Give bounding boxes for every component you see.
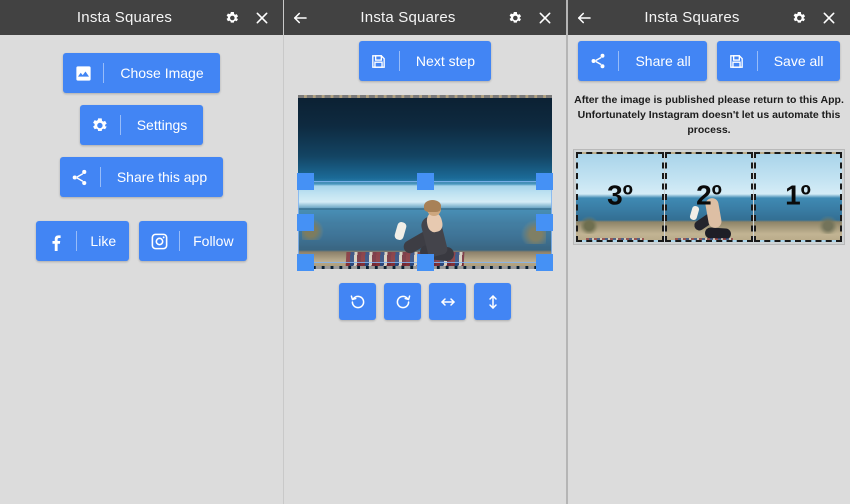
chose-image-label: Chose Image xyxy=(120,65,204,81)
crop-handle-middle-right[interactable] xyxy=(536,214,553,231)
crop-handle-bottom-right[interactable] xyxy=(536,254,553,271)
back-arrow-icon[interactable] xyxy=(568,9,600,27)
app-title-1: Insta Squares xyxy=(76,9,173,26)
split-segment-label: 1º xyxy=(785,178,811,210)
panel-chooser: Insta Squares Chose Image Settings Share… xyxy=(0,0,283,504)
facebook-icon xyxy=(36,221,76,261)
flip-horizontal-icon[interactable] xyxy=(429,283,466,320)
social-row: Like Follow xyxy=(36,209,247,261)
editor-top-actions: Next step xyxy=(284,35,566,81)
share-this-app-label: Share this app xyxy=(116,169,208,185)
close-icon[interactable] xyxy=(247,0,277,35)
facebook-like-button[interactable]: Like xyxy=(36,221,130,261)
save-icon xyxy=(359,41,399,81)
back-arrow-icon[interactable] xyxy=(284,9,316,27)
crop-handle-bottom-left[interactable] xyxy=(297,254,314,271)
chose-image-button[interactable]: Chose Image xyxy=(63,53,220,93)
crop-handle-middle-left[interactable] xyxy=(297,214,314,231)
panel-editor: Insta Squares Next step xyxy=(283,0,566,504)
crop-selection[interactable] xyxy=(297,173,553,271)
segment-bush xyxy=(581,215,599,234)
save-all-label: Save all xyxy=(773,53,824,69)
gear-icon xyxy=(80,105,120,145)
close-icon[interactable] xyxy=(530,0,560,35)
facebook-like-label: Like xyxy=(90,233,117,249)
app-screen: Insta Squares Chose Image Settings Share… xyxy=(0,0,850,504)
next-step-label: Next step xyxy=(415,53,476,69)
segment-mat xyxy=(675,237,733,240)
share-all-label: Share all xyxy=(635,53,691,69)
crop-handle-bottom-center[interactable] xyxy=(417,254,434,271)
result-actions: Share all Save all xyxy=(568,35,850,81)
titlebar-actions-2 xyxy=(500,0,566,35)
gear-icon[interactable] xyxy=(500,0,530,35)
panel-result: Insta Squares Share all Save all After t… xyxy=(566,0,850,504)
image-icon xyxy=(63,53,103,93)
flip-vertical-icon[interactable] xyxy=(474,283,511,320)
split-segment[interactable]: 1º xyxy=(754,151,842,242)
crop-handle-top-right[interactable] xyxy=(536,173,553,190)
segment-bush xyxy=(817,215,837,234)
instagram-follow-label: Follow xyxy=(193,233,234,249)
titlebar-actions-3 xyxy=(784,0,850,35)
titlebar-actions-1 xyxy=(217,0,283,35)
instagram-follow-button[interactable]: Follow xyxy=(139,221,247,261)
next-step-button[interactable]: Next step xyxy=(358,41,492,81)
settings-label: Settings xyxy=(136,117,188,133)
app-title-2: Insta Squares xyxy=(360,9,456,26)
share-icon xyxy=(578,41,618,81)
publish-instructions: After the image is published please retu… xyxy=(574,93,844,139)
panel-divider xyxy=(566,35,568,504)
split-preview-strip: 3º 2º 1º xyxy=(573,148,845,245)
titlebar-panel-1: Insta Squares xyxy=(0,0,283,35)
save-icon xyxy=(717,41,757,81)
gear-icon[interactable] xyxy=(784,0,814,35)
crop-handle-top-left[interactable] xyxy=(297,173,314,190)
segment-mat xyxy=(586,237,644,240)
rotate-right-icon[interactable] xyxy=(384,283,421,320)
publish-instructions-line-2: Unfortunately Instagram doesn't let us a… xyxy=(577,109,841,137)
app-title-3: Insta Squares xyxy=(644,9,740,26)
split-segment[interactable]: 2º xyxy=(665,151,753,242)
share-icon xyxy=(60,157,100,197)
gear-icon[interactable] xyxy=(217,0,247,35)
split-segment-label: 2º xyxy=(696,178,722,210)
instagram-icon xyxy=(139,221,179,261)
crop-handle-top-center[interactable] xyxy=(417,173,434,190)
titlebar-panel-3: Insta Squares xyxy=(568,0,850,35)
rotate-left-icon[interactable] xyxy=(339,283,376,320)
share-all-button[interactable]: Share all xyxy=(578,41,707,81)
titlebar-panel-2: Insta Squares xyxy=(284,0,566,35)
save-all-button[interactable]: Save all xyxy=(716,41,840,81)
publish-instructions-line-1: After the image is published please retu… xyxy=(574,94,844,106)
transform-toolbar xyxy=(284,283,566,320)
share-this-app-button[interactable]: Share this app xyxy=(59,157,224,197)
image-editor-canvas[interactable] xyxy=(297,95,553,271)
split-segment-label: 3º xyxy=(607,178,633,210)
split-segment[interactable]: 3º xyxy=(576,151,664,242)
chooser-button-stack: Chose Image Settings Share this app Like… xyxy=(0,35,283,261)
close-icon[interactable] xyxy=(814,0,844,35)
settings-button[interactable]: Settings xyxy=(79,105,204,145)
